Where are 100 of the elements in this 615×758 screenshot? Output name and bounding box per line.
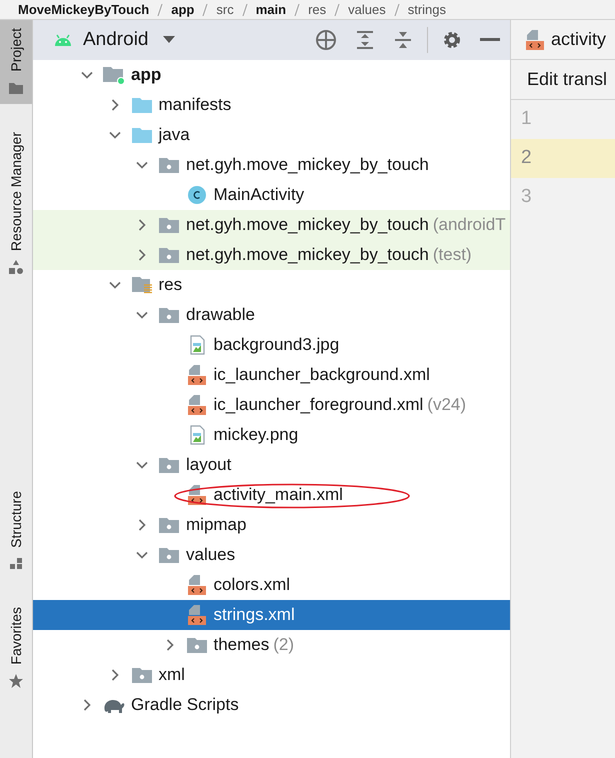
tree-item[interactable]: app bbox=[33, 60, 510, 90]
editor-tab-label: activity bbox=[551, 28, 606, 51]
package-folder-icon bbox=[130, 666, 152, 684]
tree-item[interactable]: layout bbox=[33, 450, 510, 480]
shapes-icon bbox=[8, 258, 24, 275]
tree-item-label: ic_launcher_foreground.xml bbox=[214, 394, 424, 416]
shapes-icon bbox=[8, 555, 24, 572]
folder-icon bbox=[130, 126, 152, 144]
gutter-line: 1 bbox=[520, 107, 533, 132]
tree-item-label: res bbox=[158, 274, 182, 296]
package-folder-icon bbox=[158, 546, 180, 564]
tree-item[interactable]: net.gyh.move_mickey_by_touch bbox=[33, 150, 510, 180]
tree-item[interactable]: net.gyh.move_mickey_by_touch (test) bbox=[33, 240, 510, 270]
xml-file-icon bbox=[186, 604, 206, 626]
package-folder-icon bbox=[158, 456, 180, 474]
crosshair-icon[interactable] bbox=[315, 29, 337, 51]
resource-folder-icon bbox=[130, 275, 152, 295]
tree-item-label: themes bbox=[214, 634, 270, 656]
expand-all-icon[interactable] bbox=[355, 30, 375, 50]
translations-link[interactable]: Edit transl bbox=[527, 66, 608, 93]
xml-file-icon bbox=[186, 484, 206, 506]
breadcrumb-item[interactable]: main bbox=[256, 0, 286, 19]
tree-item[interactable]: values bbox=[33, 540, 510, 570]
caret-icon bbox=[162, 36, 174, 44]
slash-separator-icon bbox=[202, 4, 208, 16]
tree-item[interactable]: colors.xml bbox=[33, 570, 510, 600]
tree-item-label: net.gyh.move_mickey_by_touch bbox=[186, 154, 429, 176]
tree-item-label: java bbox=[158, 124, 190, 146]
tree-item-label: colors.xml bbox=[214, 574, 290, 596]
minimize-icon[interactable] bbox=[480, 38, 500, 42]
xml-file-icon bbox=[186, 364, 206, 386]
breadcrumb-item[interactable]: app bbox=[171, 0, 194, 19]
slash-separator-icon bbox=[157, 4, 164, 16]
tree-item-label: manifests bbox=[158, 94, 232, 116]
tree-item[interactable]: ic_launcher_foreground.xml (v24) bbox=[33, 390, 510, 420]
side-tab-label: Structure bbox=[6, 490, 24, 548]
tree-item-label: background3.jpg bbox=[214, 334, 340, 356]
settings-icon[interactable] bbox=[442, 30, 462, 50]
slash-separator-icon bbox=[334, 4, 340, 16]
slash-separator-icon bbox=[242, 4, 248, 16]
tree-item[interactable]: xml bbox=[33, 660, 510, 690]
tree-item-suffix: (androidT bbox=[432, 214, 506, 236]
gutter-line: 3 bbox=[520, 185, 533, 210]
breadcrumb-item[interactable]: MoveMickeyByTouch bbox=[18, 0, 150, 19]
tree-item[interactable]: res bbox=[33, 270, 510, 300]
tree-item-label: ic_launcher_background.xml bbox=[214, 364, 430, 386]
module-folder-icon bbox=[102, 65, 126, 85]
package-folder-icon bbox=[158, 306, 180, 324]
tree-item-suffix: (test) bbox=[432, 244, 472, 266]
package-folder-icon bbox=[158, 246, 180, 264]
tree-item-label: net.gyh.move_mickey_by_touch bbox=[186, 244, 429, 266]
breadcrumb-item[interactable]: src bbox=[216, 0, 234, 19]
tree-item[interactable]: mipmap bbox=[33, 510, 510, 540]
breadcrumb-item[interactable]: res bbox=[308, 0, 326, 19]
tree-item-label: MainActivity bbox=[214, 184, 304, 206]
image-file-icon bbox=[188, 425, 206, 445]
tree-item[interactable]: net.gyh.move_mickey_by_touch (androidT bbox=[33, 210, 510, 240]
slash-separator-icon bbox=[294, 4, 300, 16]
folder-icon bbox=[130, 96, 152, 114]
xml-file-icon bbox=[186, 394, 206, 416]
xml-file-icon bbox=[525, 28, 545, 50]
tree-item[interactable]: manifests bbox=[33, 90, 510, 120]
side-tab[interactable]: Resource Manager bbox=[0, 124, 32, 283]
tree-item-label: activity_main.xml bbox=[214, 484, 343, 506]
tree-item-label: Gradle Scripts bbox=[131, 694, 239, 716]
breadcrumb-item[interactable]: values bbox=[348, 0, 386, 19]
side-tab-label: Resource Manager bbox=[6, 132, 25, 251]
tree-item[interactable]: mickey.png bbox=[33, 420, 510, 450]
tree-item-label: xml bbox=[158, 664, 185, 686]
tree-item-label: layout bbox=[186, 454, 232, 476]
class-icon bbox=[186, 185, 206, 205]
tree-item[interactable]: drawable bbox=[33, 300, 510, 330]
side-tab-label: Favorites bbox=[6, 607, 24, 666]
side-tab[interactable]: Favorites bbox=[0, 599, 32, 698]
tree-item[interactable]: strings.xml bbox=[33, 600, 510, 630]
tree-item-label: strings.xml bbox=[214, 604, 295, 626]
tree-item-label: values bbox=[186, 544, 236, 566]
collapse-all-icon[interactable] bbox=[393, 30, 413, 50]
view-dropdown[interactable]: Android bbox=[83, 26, 174, 54]
tree-item-suffix: (2) bbox=[273, 634, 294, 656]
tree-item[interactable]: activity_main.xml bbox=[33, 480, 510, 510]
tree-item-label: drawable bbox=[186, 304, 255, 326]
side-tab[interactable]: Project bbox=[0, 20, 32, 104]
image-file-icon bbox=[188, 335, 206, 355]
slash-separator-icon bbox=[394, 4, 400, 16]
xml-file-icon bbox=[186, 574, 206, 596]
breadcrumb-item[interactable]: strings bbox=[408, 0, 446, 19]
side-tab-label: Project bbox=[6, 28, 25, 72]
tree-item-label: app bbox=[131, 64, 162, 86]
tree-item[interactable]: MainActivity bbox=[33, 180, 510, 210]
tree-item[interactable]: themes (2) bbox=[33, 630, 510, 660]
tree-item[interactable]: ic_launcher_background.xml bbox=[33, 360, 510, 390]
android-icon bbox=[53, 33, 73, 47]
tree-item[interactable]: java bbox=[33, 120, 510, 150]
tree-item[interactable]: background3.jpg bbox=[33, 330, 510, 360]
package-folder-icon bbox=[186, 636, 208, 654]
star-icon bbox=[8, 673, 24, 690]
tree-item-label: mipmap bbox=[186, 514, 246, 536]
tree-item[interactable]: Gradle Scripts bbox=[33, 690, 510, 720]
side-tab[interactable]: Structure bbox=[0, 482, 32, 580]
